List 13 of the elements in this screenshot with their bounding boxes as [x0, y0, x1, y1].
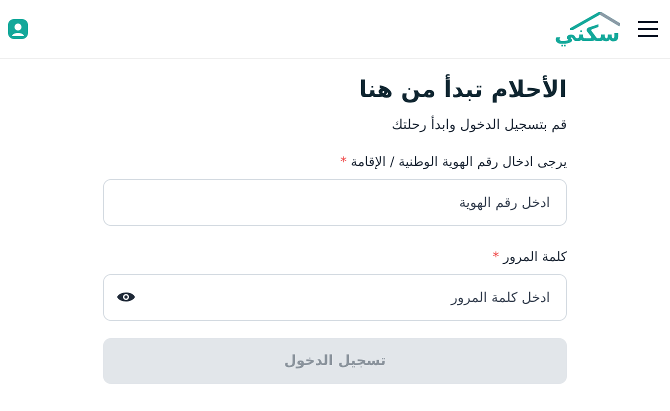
required-mark: *	[492, 250, 500, 265]
field-label: كلمة المرور	[503, 250, 567, 265]
field-label: يرجى ادخال رقم الهوية الوطنية / الإقامة	[350, 155, 567, 170]
user-icon[interactable]	[8, 19, 28, 39]
show-password-button[interactable]	[117, 291, 135, 303]
menu-icon	[638, 21, 658, 37]
menu-button[interactable]	[638, 21, 658, 37]
eye-icon	[117, 291, 135, 303]
subtitle: قم بتسجيل الدخول وابدأ رحلتك	[392, 117, 567, 133]
logo[interactable]: سكني	[548, 24, 620, 46]
required-mark: *	[340, 155, 347, 170]
id-number-field[interactable]: ادخل رقم الهوية	[103, 179, 567, 226]
password-field[interactable]: ادخل كلمة المرور	[103, 274, 567, 321]
